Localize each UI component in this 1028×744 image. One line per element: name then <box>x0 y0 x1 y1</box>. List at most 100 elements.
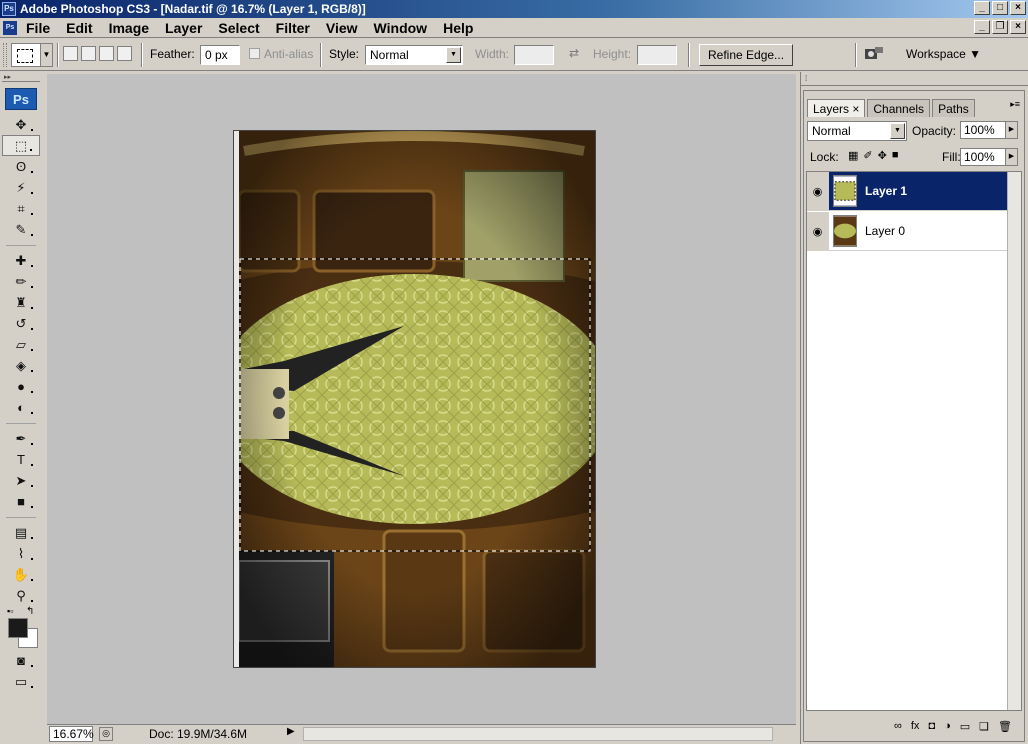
swap-dimensions-icon[interactable]: ⇄ <box>569 46 579 60</box>
close-button[interactable]: × <box>1010 1 1026 15</box>
new-selection-mode[interactable] <box>63 46 78 61</box>
doc-close-button[interactable]: × <box>1010 20 1026 34</box>
path-selection-tool-icon[interactable]: ➤ <box>2 470 40 491</box>
hand-tool-icon[interactable]: ✋ <box>2 564 40 585</box>
menu-select[interactable]: Select <box>218 20 259 36</box>
lock-position-icon[interactable]: ✥ <box>878 149 887 162</box>
blur-tool-icon[interactable]: ● <box>2 376 40 397</box>
zoom-tool-icon[interactable]: ⚲ <box>2 585 40 606</box>
tab-paths[interactable]: Paths <box>932 99 975 117</box>
clone-stamp-tool-icon[interactable]: ♜ <box>2 292 40 313</box>
move-tool-icon[interactable]: ✥ <box>2 114 40 135</box>
height-input[interactable] <box>637 45 677 65</box>
layer-row[interactable]: ◉ Layer 0 <box>807 211 1007 251</box>
layer-row[interactable]: ◉ Layer 1 <box>807 171 1007 211</box>
layers-scrollbar[interactable] <box>1007 172 1021 710</box>
toolbox-grip[interactable]: ▸▸ <box>2 74 40 82</box>
chevron-right-icon[interactable]: ▶ <box>1005 122 1017 138</box>
layer-mask-icon[interactable]: ◘ <box>928 720 935 732</box>
link-layers-icon[interactable]: ∞ <box>894 720 902 732</box>
magic-wand-tool-icon[interactable]: ⚡ <box>2 177 40 198</box>
menu-file[interactable]: File <box>26 20 50 36</box>
info-icon[interactable]: ◎ <box>99 727 113 741</box>
tab-channels[interactable]: Channels <box>867 99 931 117</box>
menu-layer[interactable]: Layer <box>165 20 202 36</box>
anti-alias-checkbox[interactable] <box>249 48 260 59</box>
menu-edit[interactable]: Edit <box>66 20 92 36</box>
layer-name[interactable]: Layer 0 <box>865 224 905 238</box>
visibility-eye-icon[interactable]: ◉ <box>807 211 829 251</box>
new-group-icon[interactable]: ▭ <box>960 720 970 733</box>
default-colors-icon[interactable]: ▪▫ <box>7 606 13 616</box>
paint-bucket-tool-icon[interactable]: ◈ <box>2 355 40 376</box>
lock-transparent-icon[interactable]: ▦ <box>848 149 858 162</box>
lock-image-icon[interactable]: ✐ <box>863 149 872 162</box>
rectangle-tool-icon[interactable]: ■ <box>2 491 40 512</box>
lock-all-icon[interactable]: ■ <box>892 149 899 162</box>
eraser-tool-icon[interactable]: ▱ <box>2 334 40 355</box>
doc-minimize-button[interactable]: _ <box>974 20 990 34</box>
zoom-field[interactable]: 16.67% <box>49 726 94 742</box>
menu-filter[interactable]: Filter <box>276 20 310 36</box>
delete-layer-icon[interactable]: 🗑 <box>998 720 1012 733</box>
brush-tool-icon[interactable]: ✏ <box>2 271 40 292</box>
visibility-eye-icon[interactable]: ◉ <box>807 171 829 211</box>
panel-menu-icon[interactable]: ▸≡ <box>1010 99 1020 110</box>
menu-window[interactable]: Window <box>374 20 428 36</box>
blend-mode-select[interactable]: Normal ▼ <box>807 121 907 141</box>
menu-help[interactable]: Help <box>443 20 473 36</box>
doc-size[interactable]: Doc: 19.9M/34.6M <box>149 727 247 741</box>
healing-brush-tool-icon[interactable]: ✚ <box>2 250 40 271</box>
lasso-tool-icon[interactable]: ʘ <box>2 156 40 177</box>
minimize-button[interactable]: _ <box>974 1 990 15</box>
chevron-right-icon[interactable]: ▶ <box>1005 149 1017 165</box>
add-selection-mode[interactable] <box>81 46 96 61</box>
crop-tool-icon[interactable]: ⌗ <box>2 198 40 219</box>
marquee-icon <box>17 49 33 63</box>
bridge-icon[interactable] <box>863 45 885 63</box>
refine-edge-button[interactable]: Refine Edge... <box>699 44 794 66</box>
layers-list[interactable]: ◉ Layer 1 ◉ Layer 0 <box>806 171 1022 711</box>
subtract-selection-mode[interactable] <box>99 46 114 61</box>
dock-grip[interactable]: ⁞ <box>801 72 1028 86</box>
workspace-menu[interactable]: Workspace ▼ <box>906 47 981 61</box>
photoshop-logo[interactable]: Ps <box>5 88 37 110</box>
swap-colors-icon[interactable]: ↰ <box>26 606 34 617</box>
screen-mode-icon[interactable]: ▭ <box>2 671 40 692</box>
adjustment-layer-icon[interactable]: ◑ <box>944 720 951 732</box>
width-input[interactable] <box>514 45 554 65</box>
menu-view[interactable]: View <box>326 20 358 36</box>
menu-image[interactable]: Image <box>109 20 149 36</box>
horizontal-scrollbar[interactable] <box>303 727 773 741</box>
tool-preset-picker[interactable]: ▼ <box>11 43 53 67</box>
maximize-button[interactable]: □ <box>992 1 1008 15</box>
dodge-tool-icon[interactable]: ◐ <box>2 397 40 418</box>
layer-name[interactable]: Layer 1 <box>865 184 907 198</box>
new-layer-icon[interactable]: ❏ <box>979 720 989 733</box>
window-title: Adobe Photoshop CS3 - [Nadar.tif @ 16.7%… <box>20 2 366 16</box>
doc-restore-button[interactable]: ❐ <box>992 20 1008 34</box>
fill-input[interactable]: 100% ▶ <box>960 148 1018 166</box>
document-icon[interactable]: Ps <box>3 21 17 35</box>
quick-mask-icon[interactable]: ◙ <box>2 650 40 671</box>
history-brush-tool-icon[interactable]: ↺ <box>2 313 40 334</box>
eyedropper-tool-icon[interactable]: ⌇ <box>2 543 40 564</box>
notes-tool-icon[interactable]: ▤ <box>2 522 40 543</box>
intersect-selection-mode[interactable] <box>117 46 132 61</box>
marquee-tool-icon[interactable]: ⬚ <box>2 135 40 156</box>
document-image[interactable] <box>234 131 595 667</box>
pen-tool-icon[interactable]: ✒ <box>2 428 40 449</box>
type-tool-icon[interactable]: T <box>2 449 40 470</box>
slice-tool-icon[interactable]: ✎ <box>2 219 40 240</box>
status-menu-arrow-icon[interactable]: ▶ <box>287 726 295 737</box>
opacity-input[interactable]: 100% ▶ <box>960 121 1018 139</box>
document-canvas[interactable] <box>233 130 596 668</box>
fill-value: 100% <box>964 150 995 164</box>
options-bar-grip[interactable] <box>3 43 7 67</box>
style-select[interactable]: Normal ▼ <box>365 45 463 65</box>
tab-layers[interactable]: Layers × <box>807 99 866 117</box>
document-workspace[interactable] <box>47 74 796 724</box>
layer-style-icon[interactable]: fx <box>911 720 920 732</box>
foreground-color-swatch[interactable] <box>8 618 28 638</box>
feather-input[interactable]: 0 px <box>200 45 240 65</box>
